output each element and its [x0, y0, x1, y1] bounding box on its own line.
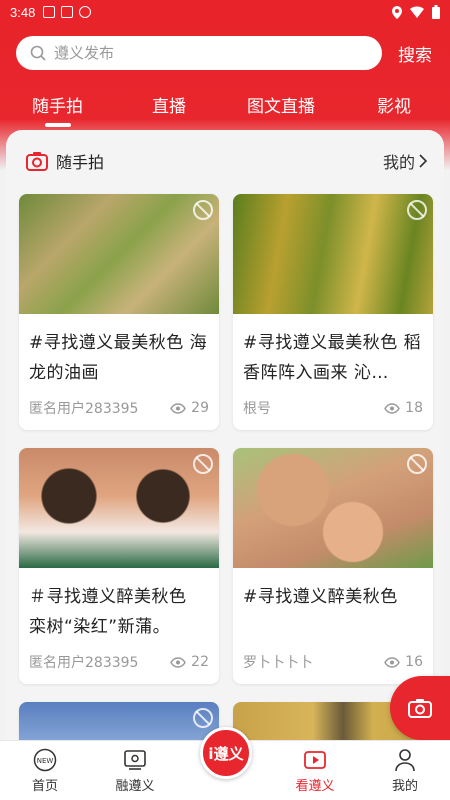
tv-icon — [124, 750, 146, 770]
camera-fab-button[interactable] — [390, 676, 450, 740]
post-title: ＃寻找遵义醉美秋色 栾树“染红”新蒲。 — [29, 587, 187, 637]
nav-kan[interactable]: 看遵义 — [280, 747, 350, 794]
nav-rong-label: 融遵义 — [115, 779, 155, 794]
search-icon — [30, 45, 46, 61]
hide-icon[interactable] — [407, 200, 427, 220]
nav-home[interactable]: NEW 首页 — [10, 747, 80, 794]
top-tabs: 随手拍 直播 图文直播 影视 — [0, 92, 450, 128]
post-author: 匿名用户283395 — [29, 401, 139, 417]
search-input[interactable] — [54, 44, 354, 62]
chevron-right-icon — [419, 154, 428, 168]
tab-photo-live[interactable]: 图文直播 — [247, 92, 315, 117]
post-title: #寻找遵义醉美秋色 — [243, 587, 398, 607]
play-icon — [304, 751, 326, 769]
tab-video[interactable]: 影视 — [377, 92, 411, 117]
notification-icons — [43, 6, 92, 18]
svg-text:NEW: NEW — [37, 757, 54, 765]
location-icon — [392, 5, 402, 19]
center-button-label: i遵义 — [208, 744, 244, 763]
post-views: 18 — [384, 400, 423, 416]
post-card[interactable]: #寻找遵义醉美秋色 罗卜卜卜卜 16 — [233, 448, 433, 684]
tab-suishoupai[interactable]: 随手拍 — [32, 92, 83, 117]
post-card[interactable]: #寻找遵义最美秋色 海龙的油画 匿名用户283395 29 — [19, 194, 219, 430]
post-card[interactable]: #寻找遵义最美秋色 稻香阵阵入画来 沁… 根号 18 — [233, 194, 433, 430]
vpn-icon — [79, 6, 92, 18]
app-notification-icon — [61, 6, 74, 18]
nav-kan-label: 看遵义 — [295, 779, 335, 794]
content-panel: 随手拍 我的 #寻找遵义最美秋色 海龙的油画 匿名用户283395 29 #寻找… — [6, 130, 444, 750]
camera-icon — [26, 152, 48, 171]
post-views: 16 — [384, 654, 423, 670]
battery-icon — [432, 5, 440, 19]
tab-live[interactable]: 直播 — [152, 92, 186, 117]
post-title: #寻找遵义最美秋色 海龙的油画 — [29, 333, 208, 383]
post-meta: 根号 18 — [243, 398, 423, 418]
post-image — [233, 194, 433, 314]
status-time: 3:48 — [10, 4, 36, 20]
nav-home-label: 首页 — [31, 779, 58, 794]
nav-mine[interactable]: 我的 — [370, 747, 440, 794]
eye-icon — [384, 656, 400, 668]
hide-icon[interactable] — [407, 454, 427, 474]
post-meta: 罗卜卜卜卜 16 — [243, 652, 423, 672]
post-card[interactable]: ＃寻找遵义醉美秋色 栾树“染红”新蒲。 匿名用户283395 22 — [19, 448, 219, 684]
post-image — [19, 448, 219, 568]
post-author: 匿名用户283395 — [29, 655, 139, 671]
hide-icon[interactable] — [193, 454, 213, 474]
hide-icon[interactable] — [193, 708, 213, 728]
bottom-nav: NEW 首页 融遵义 i遵义 看遵义 我的 — [0, 727, 450, 800]
post-author: 罗卜卜卜卜 — [243, 655, 313, 671]
post-meta: 匿名用户283395 22 — [29, 652, 209, 672]
post-author: 根号 — [243, 401, 271, 417]
view-count: 29 — [191, 400, 209, 416]
camera-icon — [408, 699, 432, 718]
eye-icon — [170, 656, 186, 668]
post-image — [19, 194, 219, 314]
view-count: 16 — [405, 654, 423, 670]
post-image — [233, 448, 433, 568]
nav-mine-label: 我的 — [391, 779, 418, 794]
search-button[interactable]: 搜索 — [398, 41, 432, 66]
post-meta: 匿名用户283395 29 — [29, 398, 209, 418]
post-views: 29 — [170, 400, 209, 416]
post-views: 22 — [170, 654, 209, 670]
user-icon — [395, 749, 415, 772]
post-title: #寻找遵义最美秋色 稻香阵阵入画来 沁… — [243, 333, 422, 383]
notification-icon — [43, 6, 56, 18]
nav-center-button[interactable]: i遵义 — [200, 727, 252, 779]
search-box[interactable] — [16, 36, 382, 70]
eye-icon — [170, 402, 186, 414]
status-bar: 3:48 — [0, 0, 450, 24]
section-header: 随手拍 我的 — [6, 130, 444, 192]
mine-link[interactable]: 我的 — [383, 149, 428, 173]
system-icons — [392, 5, 440, 19]
view-count: 22 — [191, 654, 209, 670]
wifi-icon — [410, 6, 424, 18]
new-badge-icon: NEW — [33, 748, 57, 772]
mine-label: 我的 — [382, 153, 415, 172]
nav-rong[interactable]: 融遵义 — [100, 747, 170, 794]
view-count: 18 — [405, 400, 423, 416]
search-bar: 搜索 — [16, 36, 436, 70]
eye-icon — [384, 402, 400, 414]
hide-icon[interactable] — [193, 200, 213, 220]
section-title: 随手拍 — [56, 153, 105, 172]
